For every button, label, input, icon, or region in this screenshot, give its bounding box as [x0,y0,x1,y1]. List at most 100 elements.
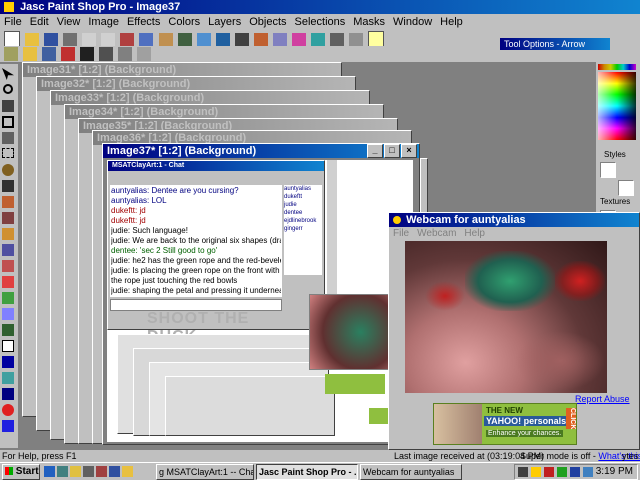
crop-tool-icon[interactable] [2,116,14,128]
print-icon[interactable] [63,33,78,47]
menu-effects[interactable]: Effects [123,14,164,30]
dock-icon[interactable] [4,47,18,61]
doc-window-37-titlebar[interactable]: Image37* [1:2] (Background) _ □ × [103,144,419,158]
tray-messenger-icon[interactable] [557,467,567,477]
object-icon[interactable] [137,47,152,61]
tool-options-titlebar[interactable]: Tool Options - Arrow [500,38,610,50]
menu-selections[interactable]: Selections [291,14,350,30]
start-button[interactable]: Start [2,464,40,480]
redo-icon[interactable] [101,33,116,47]
tool-palette-icon[interactable] [42,47,57,61]
quicklaunch-desktop-icon[interactable] [57,466,68,477]
image-canvas[interactable]: MSATClayArt:1 - Chat auntyalias: Dentee … [107,160,413,442]
quicklaunch-outlook-icon[interactable] [70,466,81,477]
mover-tool-icon[interactable] [2,132,14,144]
browse-icon[interactable] [196,33,211,47]
menu-masks[interactable]: Masks [349,14,389,30]
brush-icon[interactable] [253,33,268,47]
airbrush-tool-icon[interactable] [2,308,14,320]
preset-shapes-tool-icon[interactable] [2,372,14,384]
paste-icon[interactable] [158,33,173,47]
color-swatch-bar[interactable] [598,64,636,70]
webcam-menu-file[interactable]: File [389,227,413,241]
palette-icon[interactable] [291,33,306,47]
webcam-menu-webcam[interactable]: Webcam [413,227,460,241]
quicklaunch-channels-icon[interactable] [96,466,107,477]
tray-monitor-icon[interactable] [570,467,580,477]
histogram-window-icon[interactable] [118,47,133,61]
folder-icon[interactable] [23,47,38,61]
webcam-titlebar[interactable]: Webcam for auntyalias [389,213,639,227]
quicklaunch-folder-icon[interactable] [122,466,133,477]
menu-help[interactable]: Help [436,14,467,30]
vector-tool-icon[interactable] [2,388,14,400]
replacer-tool-icon[interactable] [2,228,14,240]
scratch-tool-icon[interactable] [2,260,14,272]
menu-edit[interactable]: Edit [26,14,53,30]
menu-objects[interactable]: Objects [245,14,290,30]
text-tool-icon[interactable] [2,340,14,352]
webcam-menu-help[interactable]: Help [460,227,489,241]
script-icon[interactable] [349,33,364,47]
webcam-window[interactable]: Webcam for auntyalias File Webcam Help Rep… [388,212,640,450]
zoom-icon[interactable] [177,33,192,47]
task-chat[interactable]: g MSATClayArt:1 -- Chat [156,464,254,480]
menu-window[interactable]: Window [389,14,436,30]
cut-icon[interactable] [120,33,135,47]
tray-antivirus-icon[interactable] [544,467,554,477]
menu-view[interactable]: View [53,14,85,30]
quicklaunch-word-icon[interactable] [109,466,120,477]
save-icon[interactable] [44,33,59,47]
doc-window-31-titlebar[interactable]: Image31* [1:2] (Background) [23,63,341,77]
vector-select-icon[interactable] [2,420,14,432]
report-abuse-link[interactable]: Report Abuse [575,394,630,404]
doc-window-34-titlebar[interactable]: Image34* [1:2] (Background) [65,105,383,119]
background-style-swatch[interactable] [618,180,634,196]
open-icon[interactable] [25,33,40,47]
menu-file[interactable]: File [0,14,26,30]
draw-tool-icon[interactable] [2,356,14,368]
clock[interactable]: 3:19 PM [596,466,633,477]
clone-tool-icon[interactable] [2,212,14,224]
overview-icon[interactable] [80,47,95,61]
zoom-tool-icon[interactable] [3,84,13,94]
foreground-style-swatch[interactable] [600,162,616,178]
freehand-tool-icon[interactable] [2,164,14,176]
arrow-tool-icon[interactable] [2,68,14,80]
menu-layers[interactable]: Layers [204,14,245,30]
color-palette-icon[interactable] [61,47,76,61]
paintbrush-tool-icon[interactable] [2,196,14,208]
task-webcam[interactable]: Webcam for auntyalias [360,464,462,480]
color-tool-icon[interactable] [2,404,14,416]
undo-icon[interactable] [82,33,97,47]
retouch-tool-icon[interactable] [2,244,14,256]
layers-icon[interactable] [311,33,325,47]
picture-tube-tool-icon[interactable] [2,292,14,304]
maximize-button[interactable]: □ [384,144,400,158]
deform-tool-icon[interactable] [2,100,14,112]
doc-window-37[interactable]: Image37* [1:2] (Background) _ □ × MSATClay… [102,143,420,445]
menu-colors[interactable]: Colors [164,14,204,30]
camera-icon[interactable] [234,33,249,47]
doc-window-32-titlebar[interactable]: Image32* [1:2] (Background) [37,77,355,91]
grid-icon[interactable] [272,33,287,47]
new-icon[interactable] [4,31,20,47]
tray-ie-icon[interactable] [583,467,593,477]
task-psp[interactable]: Jasc Paint Shop Pro - ... [256,464,358,480]
ad-click[interactable]: CLICK [566,408,576,430]
flood-fill-tool-icon[interactable] [2,324,14,336]
copy-icon[interactable] [139,33,154,47]
screen-icon[interactable] [215,33,230,47]
dropper-tool-icon[interactable] [2,180,14,192]
doc-window-33-titlebar[interactable]: Image33* [1:2] (Background) [51,91,369,105]
close-button[interactable]: × [401,144,417,158]
eraser-tool-icon[interactable] [2,276,14,288]
yahoo-personals-ad[interactable]: THE NEW YAHOO! personals Enhance your ch… [433,403,577,445]
help-icon[interactable] [368,31,385,47]
selection-tool-icon[interactable] [2,148,14,158]
minimize-button[interactable]: _ [367,144,383,158]
layer-palette-icon[interactable] [99,47,114,61]
app-titlebar[interactable]: Jasc Paint Shop Pro - Image37 [0,0,640,14]
menu-image[interactable]: Image [84,14,123,30]
quicklaunch-media-icon[interactable] [83,466,94,477]
